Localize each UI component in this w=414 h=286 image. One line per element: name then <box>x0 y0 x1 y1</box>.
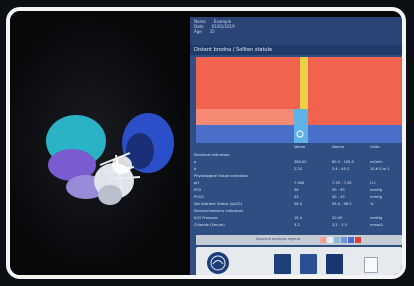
row-label: a <box>194 160 197 164</box>
legend-bar: Spectral analysis legend <box>196 235 402 245</box>
table-row[interactable]: a 380.00 80.5 - 100.0 ml/min <box>194 160 402 165</box>
row-label: K/Cl Pressure <box>194 216 218 220</box>
row-label: b <box>194 167 197 171</box>
row-label: PCO2 <box>194 195 204 199</box>
row-label: PO2 <box>194 188 202 192</box>
legend-label: Spectral analysis legend <box>256 237 300 241</box>
table-row[interactable]: pH 7.364 7.35 - 7.45 U.I. <box>194 181 402 186</box>
brain-3d-model[interactable] <box>30 95 180 215</box>
heatmap-cell[interactable] <box>308 125 406 143</box>
info-value: 01/02/2019 <box>211 24 235 29</box>
heatmap-cell[interactable] <box>294 109 308 125</box>
row-value: 38.4 <box>294 202 303 206</box>
table-row[interactable]: PO2 36 90 - 95 mmHg <box>194 188 402 193</box>
row-unit: 10-6 S.m-1 <box>370 167 390 171</box>
row-norm: 80.5 - 100.0 <box>332 160 354 164</box>
row-value: 3.2 <box>294 223 300 227</box>
table-row[interactable]: Sat Nutrient Status (SpO2) 38.4 95.0 - 9… <box>194 202 402 207</box>
heatmap-cell[interactable] <box>196 57 300 109</box>
row-label: Physiological tissue indicators <box>194 174 248 178</box>
row-norm: 7.35 - 7.45 <box>332 181 352 185</box>
patient-info: Name Example Date 01/02/2019 Age 35 <box>190 17 402 45</box>
heatmap-cell[interactable] <box>294 125 308 143</box>
photo-frame: Name Example Date 01/02/2019 Age 35 Distant… <box>6 7 406 279</box>
row-unit: mmHg <box>370 195 382 199</box>
info-value: 35 <box>209 29 215 34</box>
row-unit: % <box>370 202 374 206</box>
row-norm: 3.4 - 45.3 <box>332 167 350 171</box>
brain-3d-viewer[interactable] <box>10 11 188 275</box>
row-value: 7.364 <box>294 181 305 185</box>
info-row: Age 35 <box>194 29 402 34</box>
legend-swatch <box>334 237 340 243</box>
table-row[interactable]: b 2.20 3.4 - 45.3 10-6 S.m-1 <box>194 167 402 172</box>
row-value: 380.00 <box>294 160 307 164</box>
legend-swatch <box>327 237 333 243</box>
row-unit: U.I. <box>370 181 376 185</box>
central-core <box>112 156 132 174</box>
analysis-monitor: Name Example Date 01/02/2019 Age 35 Distant… <box>190 17 406 275</box>
row-norm: 90 - 95 <box>332 188 345 192</box>
row-norm: 95.0 - 98.0 <box>332 202 352 206</box>
row-label: Electrochemistry indicators <box>194 209 244 213</box>
row-value: 43 <box>294 195 299 199</box>
table-row[interactable]: Physiological tissue indicators <box>194 174 402 179</box>
heatmap-cell[interactable] <box>196 125 294 143</box>
results-table: Valore Norma Unita Electrical indicators… <box>194 145 402 233</box>
column-header: Norma <box>332 145 345 149</box>
table-header: Valore Norma Unita <box>194 145 402 150</box>
heatmap-cell[interactable] <box>308 57 406 109</box>
table-row[interactable]: Chloride (Serum) 3.2 3.2 - 5.5 mmol/L <box>194 223 402 228</box>
brain-view-thumbnail-2[interactable] <box>300 254 317 274</box>
row-unit: mmHg <box>370 188 382 192</box>
table-row[interactable]: Electrochemistry indicators <box>194 209 402 214</box>
brain-view-thumbnail-3[interactable] <box>326 254 343 274</box>
row-label: pH <box>194 181 199 185</box>
row-value: 18.4 <box>294 216 303 220</box>
legend-swatch <box>320 237 326 243</box>
panel-title: Distant brodna / Sollten statule <box>190 45 402 55</box>
row-norm: 20.45 <box>332 216 343 220</box>
row-norm: 3.2 - 5.5 <box>332 223 348 227</box>
table-row[interactable]: Electrical indicators <box>194 153 402 158</box>
bottom-toolbar <box>196 247 402 275</box>
row-label: Chloride (Serum) <box>194 223 225 227</box>
column-header: Valore <box>294 145 306 149</box>
heatmap-cell[interactable] <box>308 109 406 125</box>
row-norm: 40 - 45 <box>332 195 345 199</box>
column-header: Unita <box>370 145 380 149</box>
row-unit: ml/min <box>370 160 383 164</box>
document-icon[interactable] <box>364 257 378 273</box>
brain-view-thumbnail-1[interactable] <box>274 254 291 274</box>
row-unit: mmol/L <box>370 223 384 227</box>
table-row[interactable]: K/Cl Pressure 18.4 20.45 mmHg <box>194 216 402 221</box>
row-label: Sat Nutrient Status (SpO2) <box>194 202 243 206</box>
heatmap-cell[interactable] <box>300 57 308 109</box>
spectral-heatmap[interactable] <box>196 57 406 143</box>
row-label: Electrical indicators <box>194 153 230 157</box>
info-label: Age <box>194 29 202 34</box>
legend-swatch <box>341 237 347 243</box>
legend-swatches <box>320 237 361 243</box>
logo-seal-icon[interactable] <box>206 251 230 275</box>
table-row[interactable]: PCO2 43 40 - 45 mmHg <box>194 195 402 200</box>
cerebellum[interactable] <box>98 185 122 205</box>
row-value: 36 <box>294 188 299 192</box>
heatmap-cell[interactable] <box>196 109 294 125</box>
legend-swatch <box>348 237 354 243</box>
row-value: 2.20 <box>294 167 303 171</box>
legend-swatch <box>355 237 361 243</box>
row-unit: mmHg <box>370 216 382 220</box>
